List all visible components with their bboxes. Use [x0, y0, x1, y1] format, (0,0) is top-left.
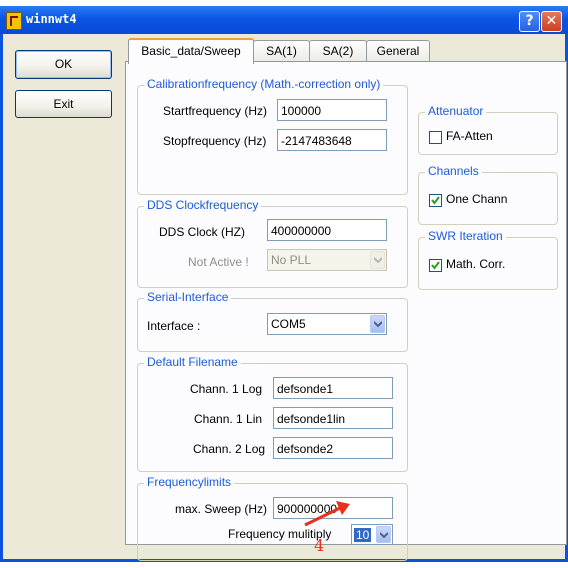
- calibration-group: Calibrationfrequency (Math.-correction o…: [137, 77, 408, 195]
- fa-atten-label: FA-Atten: [446, 129, 493, 143]
- filename-chann1-log-label: Chann. 1 Log: [190, 382, 263, 396]
- close-icon: ✕: [545, 13, 558, 29]
- math-corr-checkbox[interactable]: [429, 259, 442, 272]
- pll-select[interactable]: No PLL: [267, 249, 387, 271]
- chevron-down-icon: [370, 315, 385, 333]
- interface-label: Interface :: [147, 319, 201, 333]
- frequency-multiply-value: 10: [354, 528, 372, 542]
- swr-iteration-group: SWR Iteration Math. Corr.: [418, 229, 558, 290]
- filename-chann1-lin-label: Chann. 1 Lin: [194, 412, 263, 426]
- calibration-group-title: Calibrationfrequency (Math.-correction o…: [144, 77, 384, 91]
- dialog-client-area: OK Exit Basic_data/Sweep SA(1) SA(2) Gen…: [3, 34, 567, 561]
- dds-clock-label: DDS Clock (HZ): [159, 225, 245, 239]
- chevron-down-icon: [376, 526, 391, 543]
- filename-group-title: Default Filename: [144, 355, 241, 369]
- swr-iteration-group-title: SWR Iteration: [425, 229, 506, 243]
- attenuator-group: Attenuator FA-Atten: [418, 104, 558, 155]
- tab-panel: Calibrationfrequency (Math.-correction o…: [125, 61, 567, 561]
- ok-button[interactable]: OK: [15, 50, 112, 79]
- frequency-limits-group-title: Frequencylimits: [144, 475, 235, 489]
- help-button[interactable]: ?: [519, 11, 540, 32]
- math-corr-label: Math. Corr.: [446, 257, 506, 271]
- exit-button[interactable]: Exit: [15, 90, 112, 118]
- frequency-limits-group: Frequencylimits max. Sweep (Hz) 90000000…: [137, 475, 408, 561]
- channels-group: Channels One Chann: [418, 164, 558, 225]
- chevron-down-icon: [370, 251, 385, 269]
- pll-label: Not Active !: [188, 255, 249, 269]
- dds-group: DDS Clockfrequency DDS Clock (HZ) 400000…: [137, 198, 408, 288]
- filename-group: Default Filename Chann. 1 Log defsonde1 …: [137, 355, 408, 472]
- start-frequency-input[interactable]: 100000: [277, 99, 387, 121]
- pll-select-value: No PLL: [271, 253, 312, 267]
- checkmark-icon: [431, 196, 440, 205]
- start-frequency-label: Startfrequency (Hz): [163, 104, 268, 118]
- tab-sa1[interactable]: SA(1): [253, 40, 310, 61]
- one-chann-checkbox[interactable]: [429, 194, 442, 207]
- main-window: winnwt4 ? ✕ OK Exit Basic_data/Sweep SA(…: [0, 6, 568, 562]
- one-chann-label: One Chann: [446, 192, 508, 206]
- window-title: winnwt4: [26, 12, 77, 26]
- help-icon: ?: [525, 13, 534, 29]
- stop-frequency-label: Stopfrequency (Hz): [163, 134, 267, 148]
- stop-frequency-input[interactable]: -2147483648: [277, 129, 387, 151]
- fa-atten-checkbox[interactable]: [429, 131, 442, 144]
- interface-select-value: COM5: [271, 317, 306, 331]
- interface-select[interactable]: COM5: [267, 313, 387, 335]
- close-button[interactable]: ✕: [541, 11, 562, 32]
- filename-chann1-lin-input[interactable]: defsonde1lin: [273, 407, 393, 429]
- max-sweep-label: max. Sweep (Hz): [175, 502, 268, 516]
- title-bar[interactable]: winnwt4 ? ✕: [0, 6, 568, 34]
- serial-group-title: Serial-Interface: [144, 290, 232, 304]
- channels-group-title: Channels: [425, 164, 482, 178]
- tab-basic-data-sweep[interactable]: Basic_data/Sweep: [128, 38, 254, 64]
- attenuator-group-title: Attenuator: [425, 104, 487, 118]
- checkmark-icon: [431, 261, 440, 270]
- tab-sa2[interactable]: SA(2): [309, 40, 367, 61]
- filename-chann2-log-input[interactable]: defsonde2: [273, 437, 393, 459]
- annotation-number: 4: [314, 536, 325, 555]
- filename-chann2-log-label: Chann. 2 Log: [193, 442, 266, 456]
- filename-chann1-log-input[interactable]: defsonde1: [273, 377, 393, 399]
- tab-general[interactable]: General: [366, 40, 430, 61]
- annotation-arrow-icon: [304, 501, 350, 527]
- dds-group-title: DDS Clockfrequency: [144, 198, 262, 212]
- serial-group: Serial-Interface Interface : COM5: [137, 290, 408, 352]
- dds-clock-input[interactable]: 400000000: [267, 219, 387, 241]
- app-icon: [6, 12, 22, 30]
